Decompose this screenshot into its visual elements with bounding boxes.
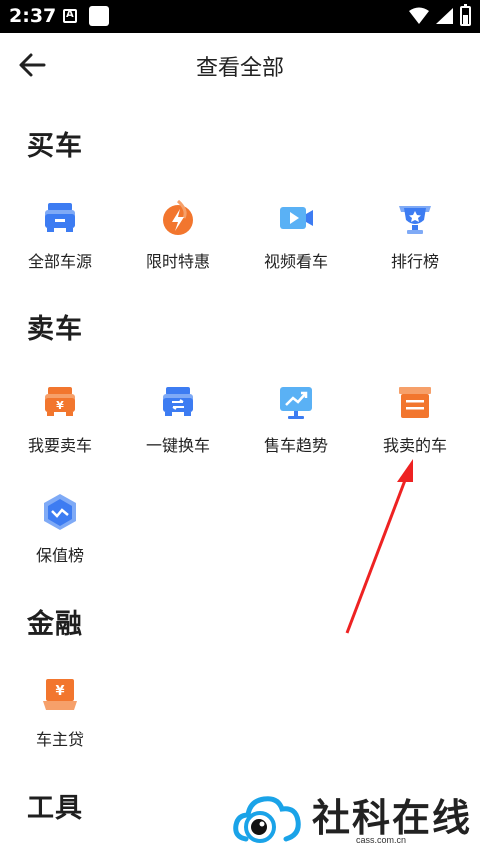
- item-label: 限时特惠: [145, 252, 210, 271]
- lightning-icon: [163, 199, 193, 235]
- item-owner-loan[interactable]: ¥ 车主贷: [5, 668, 115, 760]
- watermark-url: cass.com.cn: [356, 835, 407, 845]
- trophy-icon: [399, 206, 431, 234]
- wifi-icon: [409, 7, 429, 24]
- nav-bar: 查看全部: [0, 33, 480, 97]
- video-camera-icon: [280, 207, 313, 229]
- section-title-sell: 卖车: [27, 314, 83, 345]
- status-time: 2:37: [9, 5, 57, 27]
- drawer-list-icon: [399, 387, 431, 418]
- page-title: 查看全部: [195, 56, 284, 81]
- item-ranking[interactable]: 排行榜: [360, 190, 470, 282]
- eye-cloud-logo-icon: [233, 796, 301, 843]
- car-swap-icon: [163, 387, 193, 416]
- car-front-icon: [45, 203, 75, 232]
- item-all-cars[interactable]: 全部车源: [5, 190, 115, 282]
- item-label: 车主贷: [35, 730, 84, 749]
- item-label: 我要卖车: [27, 436, 92, 455]
- section-title-tools: 工具: [27, 793, 83, 824]
- trend-chart-icon: [280, 387, 312, 419]
- yen-card-icon: ¥: [43, 679, 77, 710]
- svg-text:¥: ¥: [55, 684, 64, 699]
- item-video-car[interactable]: 视频看车: [241, 190, 351, 282]
- battery-icon: [460, 4, 471, 26]
- item-label: 视频看车: [263, 252, 328, 271]
- watermark-name: 社科在线: [312, 795, 473, 840]
- item-sell-my-car[interactable]: ¥ 我要卖车: [5, 374, 115, 466]
- watermark: 社科在线 cass.com.cn: [232, 785, 480, 851]
- section-title-buy: 买车: [27, 131, 83, 162]
- item-label: 排行榜: [390, 252, 439, 271]
- svg-text:¥: ¥: [56, 399, 64, 412]
- item-label: 一键换车: [145, 436, 210, 455]
- car-yen-icon: ¥: [45, 387, 75, 416]
- item-sell-trend[interactable]: 售车趋势: [241, 374, 351, 466]
- item-one-click-swap[interactable]: 一键换车: [123, 374, 233, 466]
- section-title-finance: 金融: [27, 609, 83, 640]
- hexagon-badge-icon: [44, 494, 76, 530]
- item-value-ranking[interactable]: 保值榜: [5, 484, 115, 576]
- item-my-sold-cars[interactable]: 我卖的车: [360, 374, 470, 466]
- item-label: 售车趋势: [263, 436, 328, 455]
- signal-icon: [436, 8, 453, 24]
- notification-letter: A: [66, 9, 74, 20]
- item-label: 保值榜: [35, 546, 84, 565]
- item-label: 全部车源: [27, 252, 92, 271]
- notification-a-icon: A: [63, 9, 77, 23]
- item-limited-offer[interactable]: 限时特惠: [123, 190, 233, 282]
- item-label: 我卖的车: [382, 436, 447, 455]
- status-bar: 2:37 A: [0, 0, 480, 33]
- notification-square-icon: [89, 6, 109, 26]
